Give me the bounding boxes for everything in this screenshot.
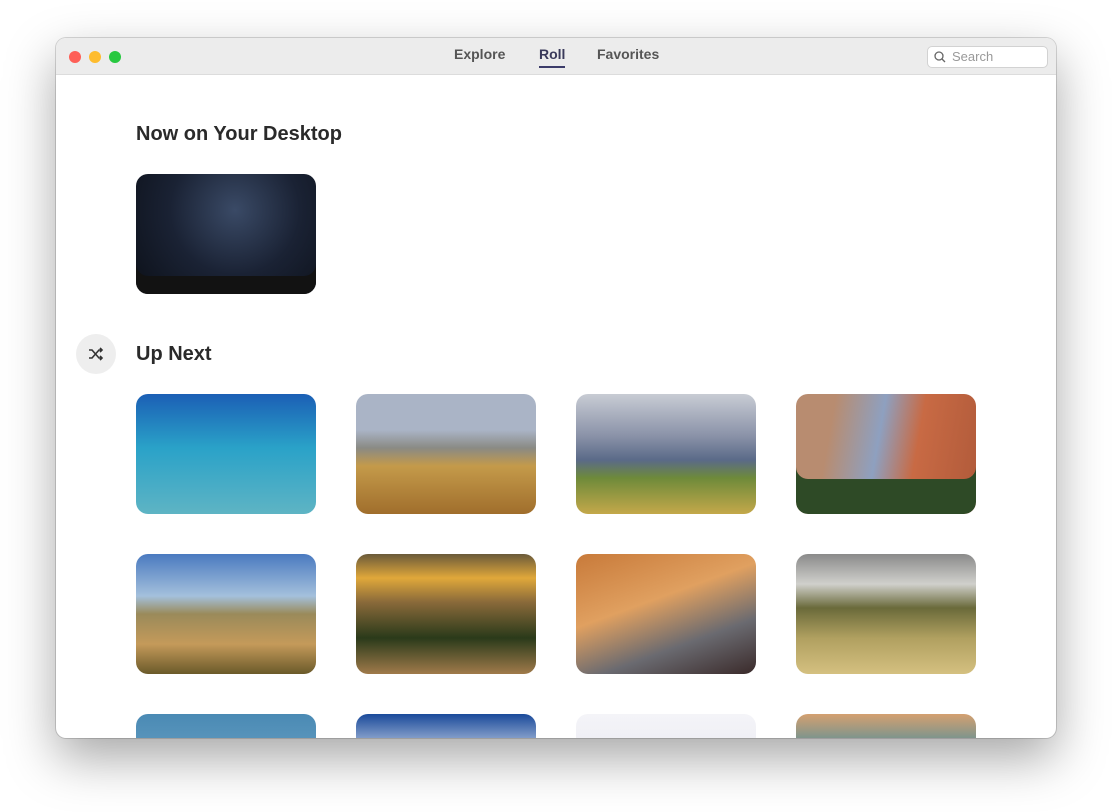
- shuffle-icon: [89, 347, 104, 361]
- wallpaper-thumbnail[interactable]: [136, 394, 316, 514]
- wallpaper-thumbnail[interactable]: [356, 554, 536, 674]
- shuffle-button[interactable]: [76, 334, 116, 374]
- wallpaper-thumbnail[interactable]: [576, 554, 756, 674]
- wallpaper-thumbnail[interactable]: [796, 714, 976, 738]
- search-placeholder: Search: [952, 49, 994, 64]
- titlebar: Explore Roll Favorites Search: [56, 38, 1056, 75]
- wallpaper-thumbnail[interactable]: [796, 554, 976, 674]
- search-icon: [934, 51, 946, 63]
- wallpaper-thumbnail[interactable]: [356, 394, 536, 514]
- wallpaper-thumbnail[interactable]: [136, 554, 316, 674]
- tab-roll[interactable]: Roll: [539, 46, 566, 68]
- search-input[interactable]: Search: [927, 46, 1048, 68]
- tab-favorites[interactable]: Favorites: [597, 46, 659, 62]
- minimize-button[interactable]: [89, 51, 101, 63]
- now-on-desktop-heading: Now on Your Desktop: [136, 123, 342, 145]
- wallpaper-thumbnail[interactable]: [576, 714, 756, 738]
- up-next-heading: Up Next: [136, 343, 212, 365]
- wallpaper-thumbnail[interactable]: [576, 394, 756, 514]
- wallpaper-thumbnail[interactable]: [796, 394, 976, 514]
- wallpaper-thumbnail[interactable]: [136, 714, 316, 738]
- current-wallpaper[interactable]: [136, 174, 316, 294]
- app-window: Explore Roll Favorites Search Now on You…: [56, 38, 1056, 738]
- close-button[interactable]: [69, 51, 81, 63]
- zoom-button[interactable]: [109, 51, 121, 63]
- tab-explore[interactable]: Explore: [454, 46, 505, 62]
- wallpaper-thumbnail[interactable]: [356, 714, 536, 738]
- roll-content[interactable]: Now on Your Desktop Up Next: [56, 75, 1056, 738]
